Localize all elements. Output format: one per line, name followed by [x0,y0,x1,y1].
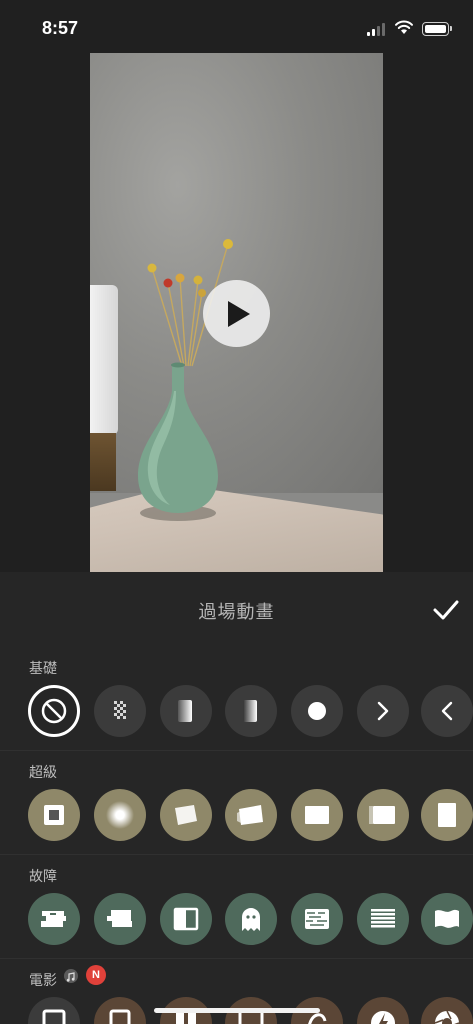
glitch-icon [41,911,66,927]
transition-slide-left-button[interactable] [421,685,473,737]
film-frame-icon [109,1009,131,1024]
video-preview[interactable] [90,53,383,572]
side-wood [90,433,116,491]
chevron-right-icon [377,701,389,721]
transition-row-glitch [0,893,473,947]
divider [0,750,473,751]
transition-glitch-3-button[interactable] [160,893,212,945]
spin-square-icon [237,805,263,825]
battery-icon [422,22,452,36]
cellular-signal-icon [367,22,387,36]
status-time: 8:57 [42,18,79,38]
section-label-glitch: 故障 [29,869,57,885]
transition-glitch-7-button[interactable] [421,893,473,945]
home-indicator[interactable] [154,1008,320,1013]
no-symbol-icon [41,698,67,724]
transition-fade-black-button[interactable] [225,685,277,737]
divider [0,958,473,959]
transition-circle-button[interactable] [291,685,343,737]
divider [0,854,473,855]
transition-movie-2-button[interactable] [94,997,146,1024]
transition-super-7-button[interactable] [421,789,473,841]
film-frame-icon [42,1009,66,1024]
glow-square-icon [106,801,134,829]
transition-glitch-5-button[interactable] [291,893,343,945]
transition-glitch-4-button[interactable] [225,893,277,945]
section-label-movie: 電影 [29,973,57,989]
transition-slide-right-button[interactable] [357,685,409,737]
transition-panel: 過場動畫 基礎 超級 故障 電影 N [0,572,473,1024]
ghost-icon [242,908,260,931]
music-note-icon [64,969,78,983]
checkmark-icon[interactable] [430,594,462,626]
transition-row-basic [0,685,473,739]
transition-super-1-button[interactable] [28,789,80,841]
transition-super-6-button[interactable] [357,789,409,841]
transition-fade-white-button[interactable] [160,685,212,737]
transition-super-3-button[interactable] [160,789,212,841]
scanline-icon [371,909,395,928]
side-object [90,285,118,435]
status-bar: 8:57 [0,0,473,54]
play-icon [228,301,250,327]
transition-super-2-button[interactable] [94,789,146,841]
transition-movie-7-button[interactable] [421,997,473,1024]
dither-icon [114,701,126,719]
transition-glitch-1-button[interactable] [28,893,80,945]
transition-glitch-6-button[interactable] [357,893,409,945]
section-label-basic: 基礎 [29,661,57,677]
transition-row-super [0,789,473,843]
play-button[interactable] [203,280,270,347]
zoom-in-icon [44,805,64,825]
blur-square-icon [369,806,395,824]
chevron-left-icon [441,701,453,721]
wifi-icon [395,20,413,34]
transition-dissolve-button[interactable] [94,685,146,737]
transition-super-4-button[interactable] [225,789,277,841]
noise-icon [305,909,329,929]
section-label-super: 超級 [29,765,57,781]
transition-glitch-2-button[interactable] [94,893,146,945]
glitch-shift-icon [107,910,132,927]
split-square-icon [173,907,199,931]
gradient-left-icon [178,700,192,722]
gradient-right-icon [243,700,257,722]
new-badge: N [86,965,106,985]
transition-movie-6-button[interactable] [357,997,409,1024]
lightning-icon [371,1011,395,1024]
aperture-icon [434,1010,460,1024]
wobble-square-icon [175,805,197,825]
wave-square-icon [435,909,459,928]
transition-movie-1-button[interactable] [28,997,80,1024]
circle-icon [308,702,326,720]
transition-super-5-button[interactable] [291,789,343,841]
transition-none-button[interactable] [28,685,80,737]
square-icon [305,806,329,824]
tall-square-icon [438,803,456,827]
vase [138,362,218,521]
panel-title: 過場動畫 [198,602,275,623]
